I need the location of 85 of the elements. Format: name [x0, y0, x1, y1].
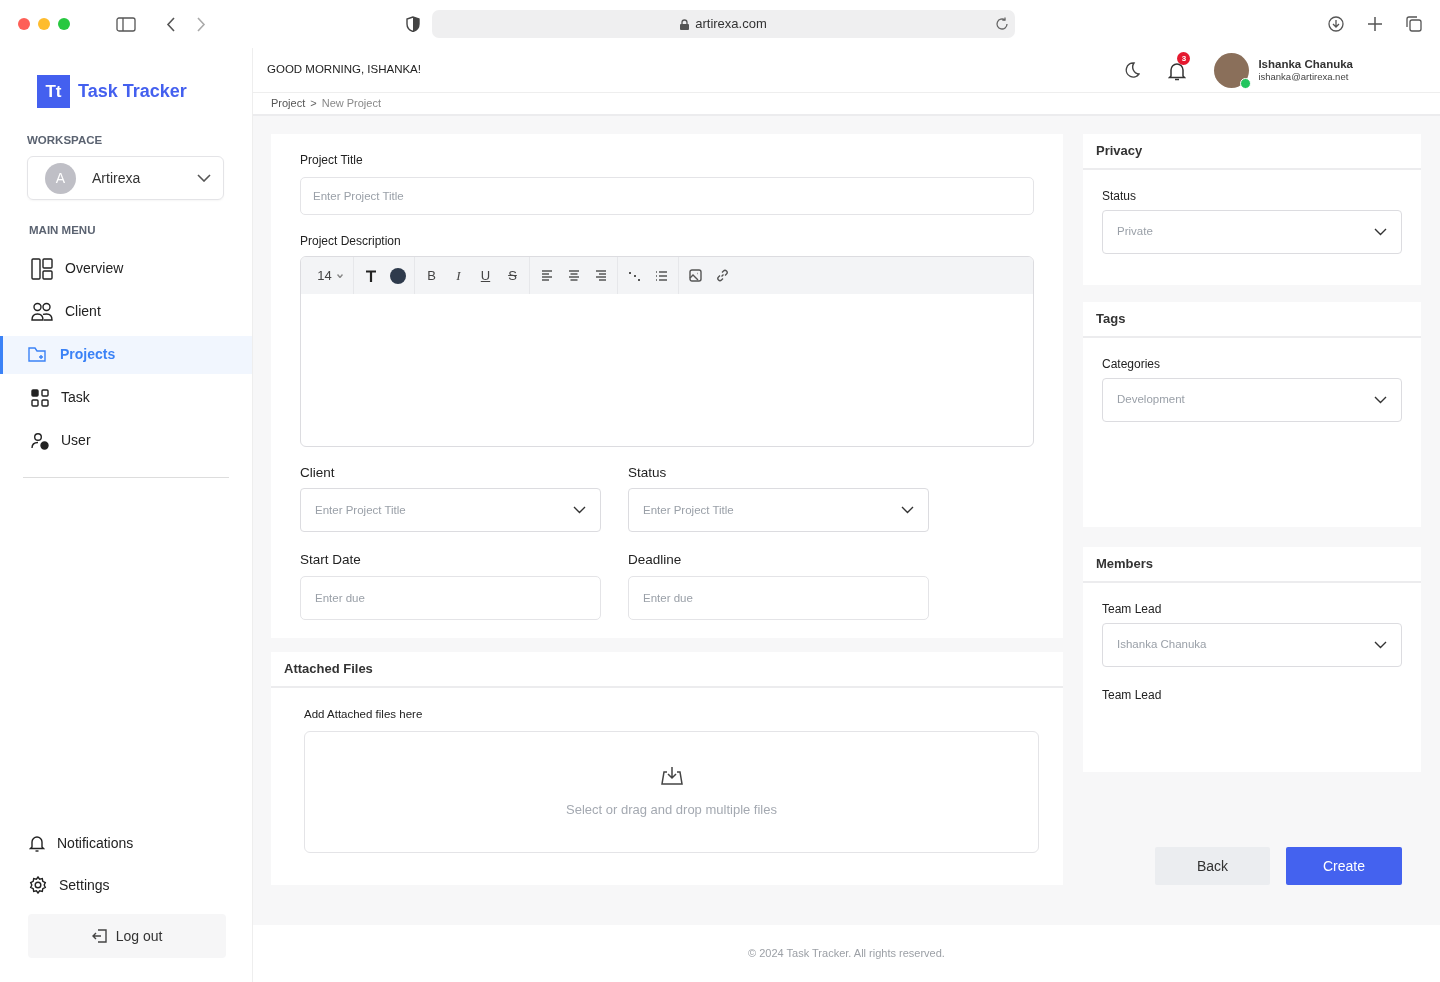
- section-label: WORKSPACE: [27, 133, 104, 148]
- workspace-selector[interactable]: A Artirexa: [27, 156, 224, 201]
- field-label: Project Title: [300, 152, 364, 169]
- create-button[interactable]: Create: [1286, 847, 1402, 885]
- menu-item[interactable]: Settings: [0, 866, 252, 904]
- text-style-icon: [364, 269, 377, 282]
- project-title-input[interactable]: Enter Project Title: [300, 177, 1034, 215]
- panel-title: Tags: [1083, 302, 1421, 338]
- field-label: Add Attached files here: [304, 707, 424, 722]
- panel-title: Privacy: [1083, 134, 1421, 170]
- description-editor[interactable]: 14 B I U S: [300, 256, 1034, 447]
- logout-icon: [91, 929, 108, 943]
- address-bar[interactable]: artirexa.com: [432, 10, 1015, 38]
- field-label: Deadline: [628, 551, 683, 570]
- align-right-icon: [594, 269, 607, 282]
- chevron-down-icon: [573, 506, 586, 515]
- upload-tray-icon: [660, 765, 683, 786]
- font-size-select[interactable]: 14: [312, 264, 348, 287]
- users-icon: [31, 301, 53, 322]
- user-name: Ishanka Chanuka: [1258, 56, 1353, 72]
- settings-icon: [29, 876, 47, 894]
- format-button[interactable]: U: [474, 264, 497, 287]
- chevron-down-icon: [901, 506, 914, 515]
- back-button[interactable]: Back: [1155, 847, 1270, 885]
- close-window-control[interactable]: [18, 18, 30, 30]
- panel-title: Attached Files: [271, 652, 1063, 688]
- chevron-down-icon: [1374, 641, 1387, 649]
- field-label: Client: [300, 464, 336, 482]
- align-center-icon: [567, 269, 580, 282]
- image-icon: [689, 269, 702, 282]
- date-input[interactable]: Enter due: [628, 575, 929, 620]
- section-label: MAIN MENU: [29, 223, 97, 239]
- field-label: Status: [1102, 188, 1138, 205]
- tabs-overview-icon[interactable]: [1406, 16, 1422, 32]
- menu-item[interactable]: Notifications: [0, 824, 252, 862]
- shield-icon: [406, 16, 420, 32]
- sidebar-toggle-icon[interactable]: [116, 16, 136, 32]
- reload-icon[interactable]: [995, 17, 1009, 31]
- align-left-icon: [540, 269, 553, 282]
- field-label: Team Lead: [1102, 601, 1163, 618]
- field-label: Status: [628, 464, 668, 482]
- date-input[interactable]: Enter due: [300, 575, 601, 620]
- chevron-down-icon: [336, 273, 343, 278]
- folder-plus-icon: [28, 345, 48, 364]
- menu-item[interactable]: Overview: [0, 249, 252, 288]
- format-button[interactable]: I: [447, 264, 470, 287]
- dropzone-text: Select or drag and drop multiple files: [566, 800, 777, 819]
- field-label: Team Lead: [1102, 687, 1163, 704]
- field-label: Categories: [1102, 356, 1162, 373]
- footer-text: © 2024 Task Tracker. All rights reserved.: [253, 925, 1440, 982]
- avatar-photo-placeholder: [1214, 52, 1250, 88]
- format-button[interactable]: B: [420, 264, 443, 287]
- app-logo: Tt: [37, 75, 70, 108]
- link-icon: [716, 269, 729, 282]
- back-icon[interactable]: [166, 16, 176, 32]
- format-button[interactable]: S: [501, 264, 524, 287]
- grid-icon: [31, 388, 49, 407]
- bell-icon: [29, 834, 45, 852]
- dark-mode-icon[interactable]: [1124, 61, 1141, 79]
- panel-title: Members: [1083, 547, 1421, 583]
- lock-icon: [680, 18, 690, 30]
- user-plus-icon: [31, 431, 49, 450]
- layout-icon: [31, 257, 53, 280]
- url-text: artirexa.com: [695, 15, 767, 34]
- user-email: ishanka@artirexa.net: [1258, 71, 1350, 84]
- greeting-text: GOOD MORNING, ISHANKA!: [267, 62, 421, 78]
- download-icon[interactable]: [1328, 16, 1344, 32]
- notification-count: 3: [1177, 52, 1191, 65]
- logout-button[interactable]: Log out: [28, 914, 226, 958]
- field-label: Start Date: [300, 551, 362, 570]
- menu-item[interactable]: Client: [0, 292, 252, 331]
- field-label: Project Description: [300, 233, 402, 250]
- text-color-swatch: [389, 267, 406, 284]
- menu-item[interactable]: User: [0, 421, 252, 460]
- notification-bell-icon[interactable]: [1168, 60, 1187, 81]
- workspace-avatar: A: [45, 162, 76, 194]
- chevron-down-icon: [1374, 228, 1387, 236]
- breadcrumb-separator: >: [310, 96, 317, 112]
- bullet-list-icon: [655, 269, 668, 282]
- app-name: Task Tracker: [78, 80, 187, 103]
- menu-item[interactable]: Task: [0, 378, 252, 417]
- breadcrumb-link[interactable]: Project: [271, 95, 306, 112]
- chevron-down-icon: [1374, 396, 1387, 404]
- chevron-down-icon: [197, 174, 211, 183]
- plus-icon[interactable]: [1368, 17, 1382, 31]
